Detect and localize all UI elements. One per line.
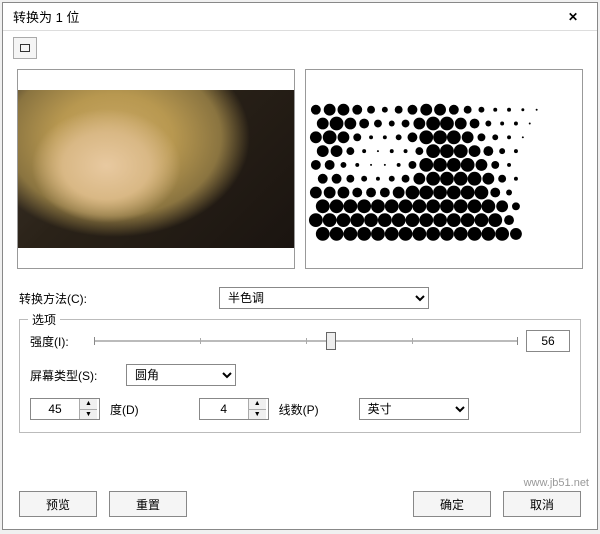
angle-input[interactable] [31, 399, 79, 419]
intensity-label: 强度(I): [30, 333, 86, 350]
screen-type-label: 屏幕类型(S): [30, 367, 116, 384]
preview-button[interactable]: 预览 [19, 491, 97, 517]
button-bar: 预览 重置 确定 取消 [3, 491, 597, 517]
halftone-image [306, 90, 582, 248]
titlebar: 转换为 1 位 ✕ [3, 3, 597, 31]
preview-mode-button[interactable] [13, 37, 37, 59]
lines-down-icon[interactable]: ▼ [249, 410, 266, 420]
screen-type-row: 屏幕类型(S): 圆角 [30, 364, 570, 386]
form-area: 转换方法(C): 半色调 选项 强度(I): [3, 279, 597, 439]
intensity-row: 强度(I): [30, 330, 570, 352]
convert-to-1bit-dialog: 转换为 1 位 ✕ [2, 2, 598, 530]
dialog-title: 转换为 1 位 [13, 7, 555, 26]
watermark: www.jb51.net [524, 477, 589, 489]
unit-select[interactable]: 英寸 [359, 398, 469, 420]
close-icon: ✕ [568, 10, 578, 24]
preview-area [3, 65, 597, 279]
cancel-button[interactable]: 取消 [503, 491, 581, 517]
lines-input[interactable] [200, 399, 248, 419]
original-image [18, 90, 294, 248]
method-label: 转换方法(C): [19, 290, 219, 307]
options-fieldset: 选项 强度(I): 屏幕类型(S): 圆角 [19, 319, 581, 433]
screen-type-select[interactable]: 圆角 [126, 364, 236, 386]
ok-button[interactable]: 确定 [413, 491, 491, 517]
toolbar [3, 31, 597, 65]
intensity-slider[interactable] [94, 331, 518, 351]
options-legend: 选项 [28, 311, 60, 328]
lines-spinner[interactable]: ▲ ▼ [199, 398, 269, 420]
original-preview[interactable] [17, 69, 295, 269]
angle-down-icon[interactable]: ▼ [80, 410, 97, 420]
angle-up-icon[interactable]: ▲ [80, 399, 97, 410]
angle-spinner[interactable]: ▲ ▼ [30, 398, 100, 420]
lines-label: 线数(P) [279, 401, 319, 418]
lines-up-icon[interactable]: ▲ [249, 399, 266, 410]
reset-button[interactable]: 重置 [109, 491, 187, 517]
close-button[interactable]: ✕ [555, 5, 591, 29]
method-select[interactable]: 半色调 [219, 287, 429, 309]
angle-label: 度(D) [110, 401, 139, 418]
method-row: 转换方法(C): 半色调 [19, 285, 581, 311]
intensity-input[interactable] [526, 330, 570, 352]
result-preview[interactable] [305, 69, 583, 269]
single-preview-icon [20, 44, 30, 52]
slider-thumb[interactable] [326, 332, 336, 350]
angle-lines-row: ▲ ▼ 度(D) ▲ ▼ 线数(P) 英寸 [30, 398, 570, 420]
